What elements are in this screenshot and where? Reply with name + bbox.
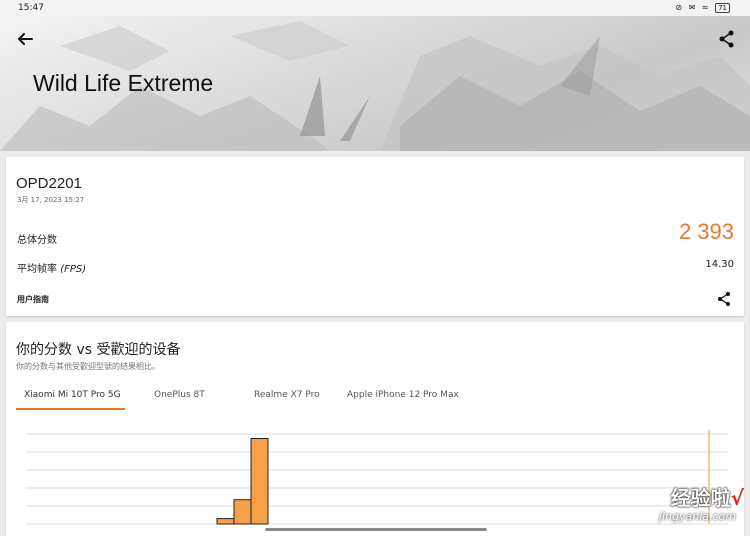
tab-oneplus-8t[interactable]: OnePlus 8T bbox=[154, 390, 205, 400]
tab-realme-x7-pro[interactable]: Realme X7 Pro bbox=[254, 390, 320, 400]
comparison-subtitle: 你的分数与其他受歡迎型號的结果相比。 bbox=[16, 362, 160, 371]
watermark-check: √ bbox=[730, 486, 744, 510]
overall-score-value: 2 393 bbox=[678, 219, 734, 244]
chart-bar bbox=[216, 518, 235, 525]
hero-header: Wild Life Extreme bbox=[0, 16, 750, 151]
page-title: Wild Life Extreme bbox=[33, 70, 214, 96]
device-tabs: Xiaomi Mi 10T Pro 5G OnePlus 8T Realme X… bbox=[16, 388, 716, 412]
status-indicator-icons: ⊘ ✉ ≈ bbox=[675, 3, 711, 12]
status-icons: ⊘ ✉ ≈ 71 bbox=[675, 3, 730, 13]
status-bar: 15:47 ⊘ ✉ ≈ 71 bbox=[0, 0, 750, 16]
home-indicator[interactable] bbox=[265, 528, 487, 531]
share-result-button[interactable] bbox=[716, 291, 732, 307]
battery-icon: 71 bbox=[715, 3, 730, 13]
overall-score-label: 总体分数 bbox=[17, 235, 57, 246]
arrow-left-icon bbox=[18, 33, 33, 45]
user-guide-link[interactable]: 用户指南 bbox=[17, 294, 49, 305]
watermark-url: jingyanla.com bbox=[658, 510, 736, 523]
share-icon bbox=[719, 30, 734, 48]
chart-bar bbox=[250, 438, 269, 525]
watermark-text: 经验啦 bbox=[670, 486, 731, 510]
fps-label-text: 平均帧率 bbox=[17, 264, 61, 275]
watermark: 经验啦√ bbox=[671, 482, 744, 511]
comparison-card: 你的分数 vs 受歡迎的设备 你的分数与其他受歡迎型號的结果相比。 Xiaomi… bbox=[6, 322, 744, 536]
fps-value: 14.30 bbox=[705, 259, 734, 270]
chart-bar bbox=[233, 499, 252, 525]
share-button[interactable] bbox=[716, 28, 738, 50]
back-button[interactable] bbox=[14, 28, 36, 50]
tab-apple-iphone-12-pro-max[interactable]: Apple iPhone 12 Pro Max bbox=[347, 390, 459, 400]
share-icon bbox=[718, 292, 730, 306]
result-date: 3月 17, 2023 15:27 bbox=[17, 196, 85, 204]
fps-label: 平均帧率 (FPS) bbox=[17, 260, 86, 275]
status-time: 15:47 bbox=[18, 3, 44, 13]
score-distribution-chart bbox=[26, 430, 728, 525]
active-tab-indicator bbox=[16, 408, 125, 410]
comparison-title: 你的分数 vs 受歡迎的设备 bbox=[16, 342, 181, 358]
device-name: OPD2201 bbox=[16, 175, 82, 192]
fps-label-unit: (FPS) bbox=[60, 264, 87, 275]
tab-xiaomi-mi-10t-pro-5g[interactable]: Xiaomi Mi 10T Pro 5G bbox=[24, 390, 121, 400]
result-card: OPD2201 3月 17, 2023 15:27 总体分数 2 393 平均帧… bbox=[6, 157, 744, 316]
